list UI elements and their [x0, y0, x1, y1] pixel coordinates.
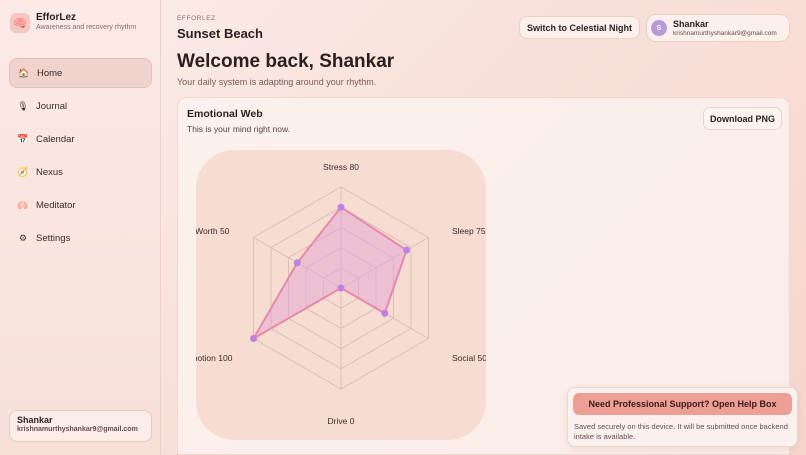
lungs-icon: 🫁	[17, 199, 29, 210]
page-title: Welcome back, Shankar	[177, 51, 395, 72]
avatar: S	[651, 20, 667, 36]
brain-icon: 🧠	[10, 13, 30, 33]
sidebar-item-label: Calendar	[36, 133, 75, 145]
card-title: Emotional Web	[187, 108, 263, 120]
radar-chart: Stress 80 Sleep 75 Social 50 Drive 0 :mo…	[196, 162, 486, 426]
sidebar-item-label: Home	[37, 67, 63, 79]
axis-label-social: Social 50	[452, 353, 486, 363]
help-note: Saved securely on this device. It will b…	[574, 422, 788, 441]
theme-title: Sunset Beach	[177, 26, 263, 41]
gear-icon: ⚙	[18, 232, 28, 243]
sidebar-user-name: Shankar	[17, 415, 53, 425]
sidebar-item-label: Settings	[36, 232, 71, 244]
axis-label-drive: Drive 0	[328, 416, 355, 426]
sidebar-user-email: krishnamurthyshankar9@gmail.com	[17, 426, 138, 433]
radar-chart-container: Stress 80 Sleep 75 Social 50 Drive 0 :mo…	[196, 150, 486, 440]
radar-point-social	[381, 309, 389, 317]
radar-point-stress	[337, 203, 345, 211]
radar-data-polygon	[252, 206, 408, 340]
switch-theme-button[interactable]: Switch to Celestial Night	[519, 16, 640, 39]
radar-point-self-worth	[293, 259, 301, 267]
card-subtitle: This is your mind right now.	[187, 124, 290, 134]
sidebar-item-nexus[interactable]: 🧭 Nexus	[9, 157, 152, 187]
axis-label-emotion: :motion 100	[196, 353, 233, 363]
sidebar-item-label: Nexus	[36, 166, 63, 178]
brand[interactable]: 🧠 EfforLez Awareness and recovery rhythm	[10, 12, 136, 33]
radar-point-sleep	[403, 246, 411, 254]
sidebar-item-home[interactable]: 🏠 Home	[9, 58, 152, 88]
sidebar-item-meditator[interactable]: 🫁 Meditator	[9, 190, 152, 220]
axis-label-sleep: Sleep 75	[452, 226, 486, 236]
download-png-button[interactable]: Download PNG	[703, 107, 782, 130]
brand-tagline: Awareness and recovery rhythm	[36, 24, 137, 31]
sidebar-item-settings[interactable]: ⚙ Settings	[9, 223, 152, 253]
sidebar-user-card[interactable]: Shankar krishnamurthyshankar9@gmail.com	[9, 410, 152, 442]
profile-chip[interactable]: S Shankar krishnamurthyshankar9@gmail.co…	[646, 14, 790, 42]
profile-name: Shankar	[673, 19, 709, 29]
radar-point-drive	[337, 284, 345, 292]
sidebar: 🧠 EfforLez Awareness and recovery rhythm…	[0, 0, 161, 455]
sidebar-item-label: Meditator	[36, 199, 76, 211]
axis-label-stress: Stress 80	[323, 162, 359, 172]
sidebar-item-label: Journal	[36, 100, 68, 112]
breadcrumb: EFFORLEZ	[177, 15, 216, 22]
open-help-box-button[interactable]: Need Professional Support? Open Help Box	[573, 393, 792, 415]
help-box: Need Professional Support? Open Help Box…	[567, 387, 798, 447]
calendar-icon: 📅	[17, 133, 29, 144]
axis-label-self-worth: lf-Worth 50	[196, 226, 230, 236]
sidebar-nav: 🏠 Home 🎙 Journal 📅 Calendar 🧭 Nexus 🫁 Me…	[9, 58, 152, 256]
page-subtitle: Your daily system is adapting around you…	[177, 77, 377, 87]
microphone-icon: 🎙	[17, 100, 29, 111]
sidebar-item-calendar[interactable]: 📅 Calendar	[9, 124, 152, 154]
compass-icon: 🧭	[17, 166, 29, 177]
radar-point-emotion	[250, 335, 258, 342]
profile-email: krishnamurthyshankar9@gmail.com	[673, 30, 777, 37]
sidebar-item-journal[interactable]: 🎙 Journal	[9, 91, 152, 121]
house-icon: 🏠	[18, 67, 30, 78]
brand-name: EfforLez	[36, 12, 76, 23]
